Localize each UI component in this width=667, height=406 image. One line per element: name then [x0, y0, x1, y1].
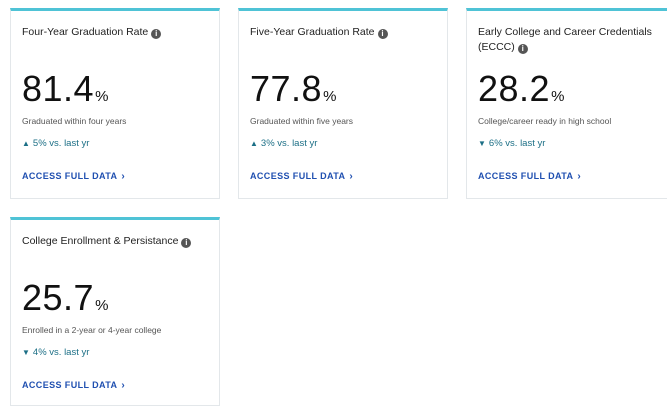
down-arrow-icon: ▼ — [22, 348, 30, 357]
down-arrow-icon: ▼ — [478, 139, 486, 148]
chevron-right-icon: › — [577, 171, 582, 182]
metrics-dashboard: Four-Year Graduation Rate i 81.4% Graduat… — [0, 0, 667, 406]
metric-card-five-year-graduation: Five-Year Graduation Rate i 77.8% Graduat… — [238, 8, 448, 199]
metric-value: 25.7% — [22, 277, 109, 318]
metric-card-eccc: Early College and Career Credentials (EC… — [466, 8, 667, 199]
metric-delta: ▼ 4% vs. last yr — [22, 347, 90, 358]
metric-value: 77.8% — [250, 68, 337, 109]
metric-description: Enrolled in a 2-year or 4-year college — [22, 325, 162, 335]
metric-delta: ▼ 6% vs. last yr — [478, 138, 546, 149]
metric-description: College/career ready in high school — [478, 116, 612, 126]
metric-description: Graduated within four years — [22, 116, 127, 126]
card-title: Five-Year Graduation Rate i — [250, 25, 437, 57]
metric-delta: ▲ 5% vs. last yr — [22, 138, 90, 149]
chevron-right-icon: › — [121, 171, 126, 182]
access-full-data-link[interactable]: ACCESS FULL DATA › — [250, 170, 437, 182]
metric-card-four-year-graduation: Four-Year Graduation Rate i 81.4% Graduat… — [10, 8, 220, 199]
info-icon[interactable]: i — [517, 44, 528, 54]
info-icon[interactable]: i — [181, 238, 192, 248]
metric-description: Graduated within five years — [250, 116, 353, 126]
access-full-data-link[interactable]: ACCESS FULL DATA › — [22, 379, 209, 391]
up-arrow-icon: ▲ — [22, 139, 30, 148]
chevron-right-icon: › — [121, 380, 126, 391]
access-full-data-link[interactable]: ACCESS FULL DATA › — [22, 170, 209, 182]
access-full-data-link[interactable]: ACCESS FULL DATA › — [478, 170, 665, 182]
card-title: College Enrollment & Persistance i — [22, 234, 209, 266]
metric-value: 28.2% — [478, 68, 565, 109]
metric-value: 81.4% — [22, 68, 109, 109]
up-arrow-icon: ▲ — [250, 139, 258, 148]
chevron-right-icon: › — [349, 171, 354, 182]
info-icon[interactable]: i — [151, 29, 162, 39]
card-title: Four-Year Graduation Rate i — [22, 25, 209, 57]
metric-delta: ▲ 3% vs. last yr — [250, 138, 318, 149]
info-icon[interactable]: i — [377, 29, 388, 39]
card-title: Early College and Career Credentials (EC… — [478, 26, 652, 54]
metric-card-college-enrollment: College Enrollment & Persistance i 25.7% … — [10, 217, 220, 406]
